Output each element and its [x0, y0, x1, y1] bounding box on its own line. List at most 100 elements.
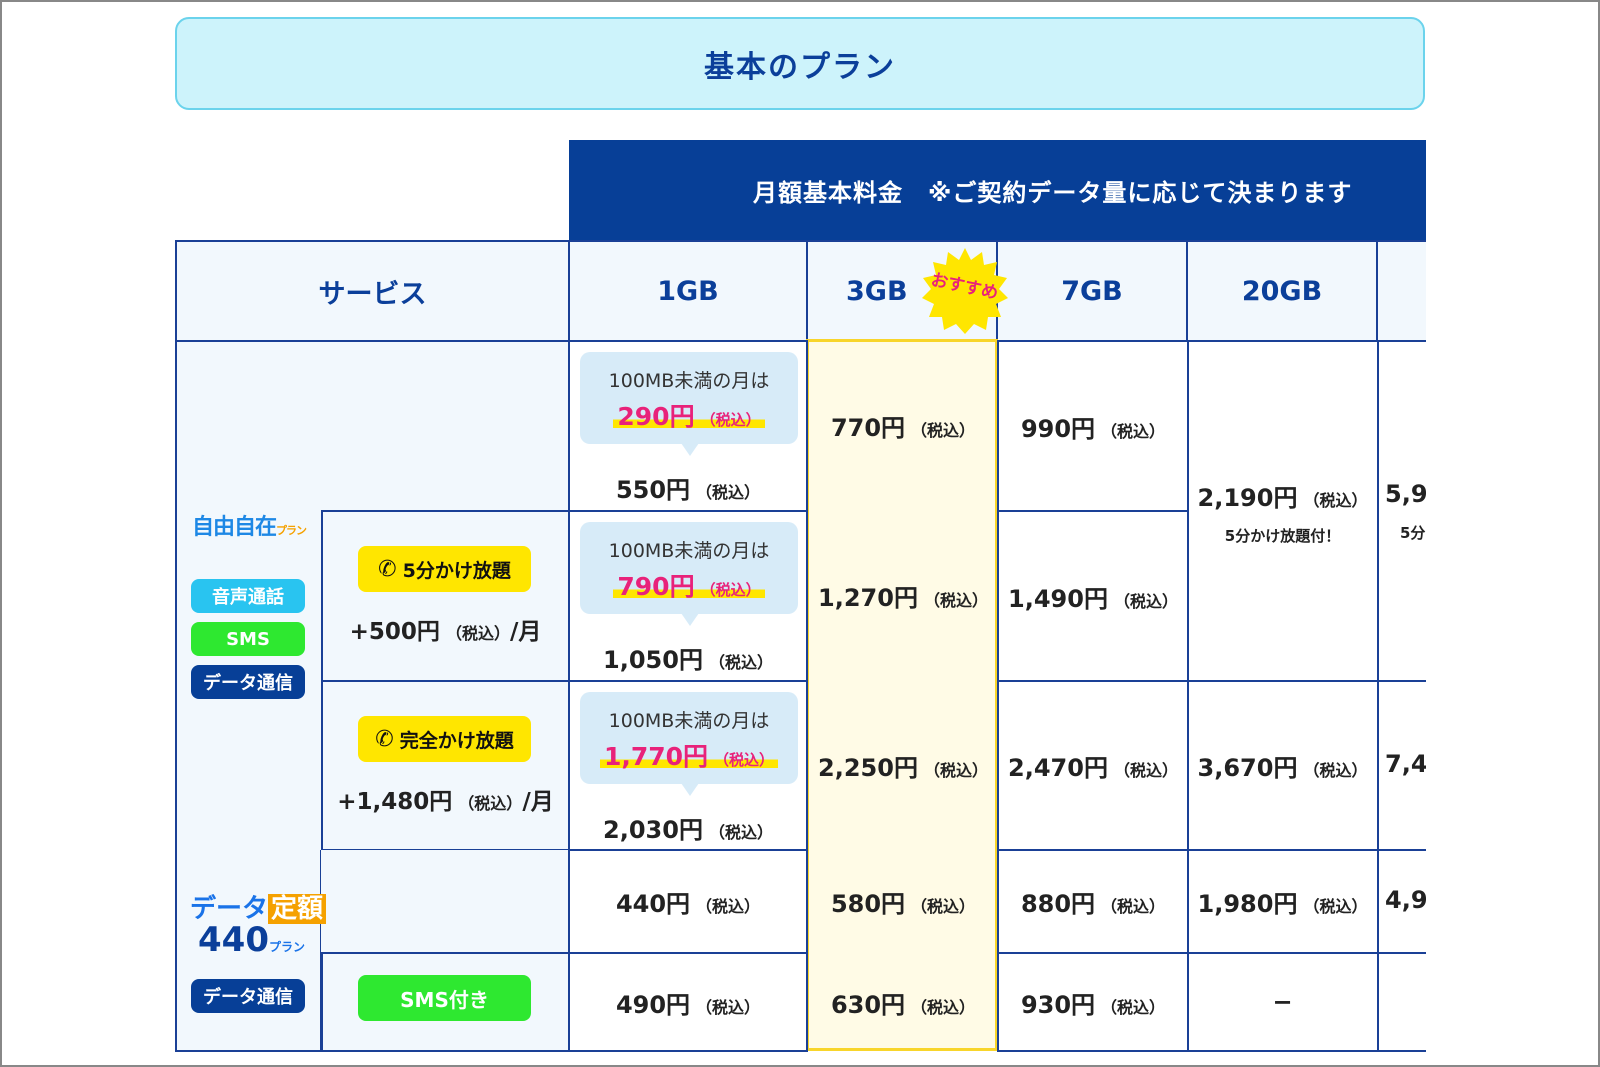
plan1-row3-next: 7,4 [1378, 680, 1426, 851]
option-5min-pill: ✆ 5分かけ放題 [358, 546, 531, 592]
price-value: 3,670円 [1197, 754, 1298, 782]
bubble-price-value: 1,770円 [603, 742, 709, 771]
low-usage-bubble: 100MB未満の月は 790円 （税込） [580, 522, 798, 626]
bubble-price-value: 290円 [617, 402, 695, 431]
plan2-logo-b: 440 [198, 920, 269, 960]
bubble-price: 290円 （税込） [613, 397, 765, 433]
per-month-label: /月 [522, 789, 554, 815]
tax-label: （税込） [1303, 490, 1368, 510]
bubble-price: 790円 （税込） [613, 567, 765, 603]
plan2-row1-20gb: 1,980円 （税込） [1188, 850, 1379, 953]
col-header-next [1378, 240, 1426, 341]
col-header-20gb: 20GB [1188, 240, 1378, 341]
plan1-row3-20gb: 3,670円 （税込） [1188, 680, 1379, 851]
bubble-caption: 100MB未満の月は [608, 710, 770, 732]
price-value: 1,490円 [1008, 585, 1108, 613]
plan1-row2-1gb: 100MB未満の月は 790円 （税込） 1,050円 （税込） [570, 510, 808, 681]
not-available-mark: − [1272, 988, 1293, 1016]
note-next: 5分 [1400, 524, 1426, 542]
price-value: 440円 [615, 890, 691, 918]
option-5min-label: 5分かけ放題 [402, 559, 511, 582]
tax-label: （税込） [1303, 897, 1368, 916]
tax-label: （税込） [700, 581, 761, 599]
price-1gb: 1,050円 （税込） [570, 640, 806, 675]
price-value: 1,050円 [603, 646, 703, 674]
tax-label: （税込） [458, 794, 523, 813]
option-full-price: +1,480円 （税込）/月 [321, 782, 570, 816]
price-next: 5,9 [1385, 480, 1426, 508]
price-next: 7,4 [1385, 750, 1426, 778]
plan2-row2-7gb: 930円 （税込） [997, 952, 1189, 1052]
price-value: 880円 [1020, 890, 1096, 918]
price-value: 930円 [1020, 990, 1096, 1019]
tax-label: （税込） [1101, 997, 1166, 1017]
tag-data-label: データ通信 [203, 673, 293, 694]
col-header-3gb-label: 3GB [846, 276, 908, 307]
plan1-option-full-cell [321, 680, 570, 851]
tax-label: （税込） [696, 483, 761, 502]
plan1-base-service-cell [321, 340, 570, 511]
tax-label: （税込） [700, 411, 761, 429]
price-next: 4,9 [1385, 886, 1426, 914]
included-call-note: 5分かけ放題付！ [1224, 526, 1341, 545]
plan1-row1-7gb: 990円 （税込） [997, 340, 1189, 511]
plan1-next-merged: 5,9 5分 [1378, 340, 1426, 681]
phone-icon: ✆ [375, 726, 394, 752]
tax-label: （税込） [714, 751, 775, 769]
option-5min-price-value: +500円 [349, 619, 440, 645]
plan1-logo-suffix: プラン [276, 524, 307, 537]
option-full-price-value: +1,480円 [337, 789, 453, 815]
plan1-row2-3gb: 1,270円 （税込） [808, 510, 998, 681]
recommended-badge: おすすめ [920, 246, 1010, 336]
col-header-1gb-label: 1GB [657, 276, 719, 307]
monthly-fee-header: 月額基本料金 ※ご契約データ量に応じて決まります [569, 140, 1426, 240]
tax-label: （税込） [911, 897, 976, 916]
tag-voice-label: 音声通話 [212, 587, 284, 608]
price-value: 550円 [615, 476, 691, 504]
plan2-row2-1gb: 490円 （税込） [570, 952, 808, 1052]
plan2-row1-1gb: 440円 （税込） [570, 850, 808, 953]
price-value: 990円 [1020, 415, 1096, 443]
col-header-1gb: 1GB [570, 240, 808, 341]
plan1-logo: 自由自在プラン [192, 509, 307, 541]
plan2-logo-bottom: 440プラン [198, 920, 305, 960]
plan2-row2-20gb: − [1188, 952, 1379, 1052]
plan1-logo-text: 自由自在 [192, 515, 277, 540]
low-usage-bubble: 100MB未満の月は 290円 （税込） [580, 352, 798, 456]
plan1-20gb-merged: 2,190円 （税込） 5分かけ放題付！ [1188, 340, 1379, 681]
option-5min-price: +500円 （税込）/月 [321, 612, 570, 646]
col-header-20gb-label: 20GB [1241, 276, 1323, 307]
tax-label: （税込） [911, 421, 976, 440]
col-header-service: サービス [175, 240, 570, 341]
tag-data: データ通信 [191, 665, 305, 699]
bubble-caption: 100MB未満の月は [608, 540, 770, 562]
plan1-row3-3gb: 2,250円 （税込） [808, 680, 998, 851]
col-header-7gb-label: 7GB [1061, 276, 1123, 307]
tax-label: （税込） [1113, 592, 1178, 611]
plan2-row1-3gb: 580円 （税込） [808, 850, 998, 953]
bubble-price: 1,770円 （税込） [599, 737, 779, 773]
price-value: 2,030円 [603, 816, 703, 844]
plan2-logo-suffix: プラン [268, 940, 305, 954]
plan2-base-service-cell [321, 850, 570, 953]
tax-label: （税込） [708, 823, 773, 842]
plan2-row1-next: 4,9 [1378, 850, 1426, 953]
option-full-pill: ✆ 完全かけ放題 [358, 716, 531, 762]
tag-sms: SMS [191, 622, 305, 656]
per-month-label: /月 [509, 619, 542, 645]
tax-label: （税込） [696, 997, 761, 1017]
low-usage-bubble: 100MB未満の月は 1,770円 （税込） [580, 692, 798, 796]
price-value: 630円 [830, 990, 906, 1019]
tag-data: データ通信 [191, 979, 305, 1013]
price-20gb: 2,190円 （税込） [1198, 478, 1368, 513]
plan1-row2-7gb: 1,490円 （税込） [997, 510, 1189, 681]
tax-label: （税込） [1101, 897, 1166, 916]
price-value: 2,190円 [1197, 483, 1298, 512]
price-value: 2,470円 [1008, 754, 1108, 782]
plan2-row2-3gb: 630円 （税込） [808, 952, 998, 1052]
tax-label: （税込） [911, 997, 976, 1017]
monthly-fee-label: 月額基本料金 ※ご契約データ量に応じて決まります [753, 178, 1353, 207]
price-value: 580円 [830, 890, 906, 918]
phone-icon: ✆ [378, 556, 397, 582]
plan-table: 月額基本料金 ※ご契約データ量に応じて決まります サービス 1GB 3GB 7G… [0, 0, 1426, 1067]
